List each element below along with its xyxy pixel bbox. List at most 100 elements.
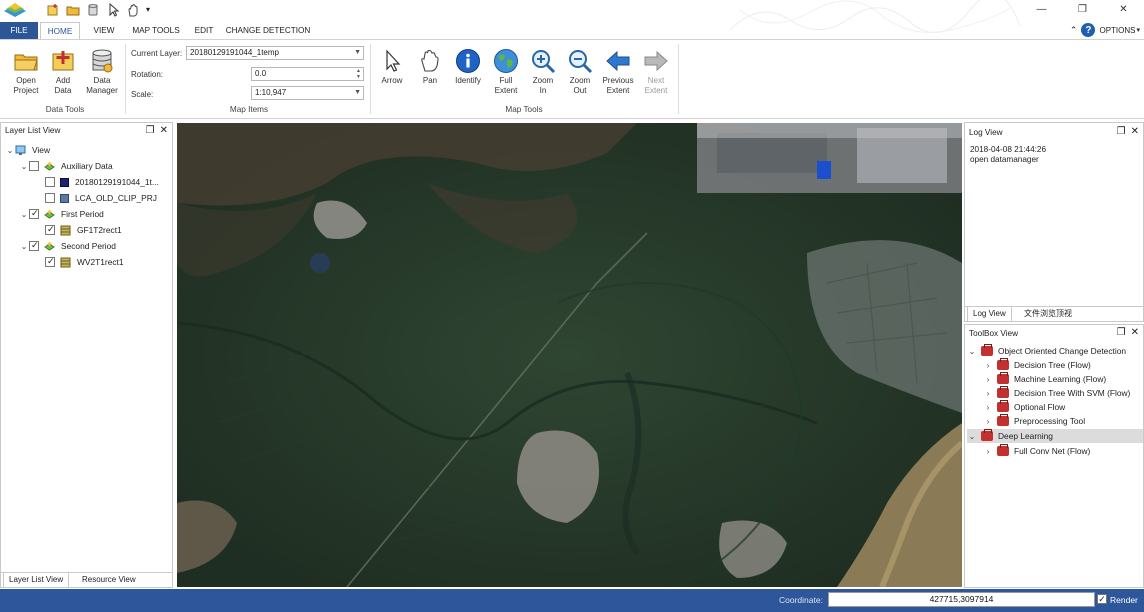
identify-tool-label: Identify — [455, 76, 481, 85]
float-panel-icon[interactable]: ❐ — [146, 125, 155, 136]
zoom-out-label-2: Out — [573, 86, 587, 95]
toolbox-item[interactable]: › Machine Learning (Flow) — [983, 372, 1106, 386]
cursor-icon[interactable] — [106, 2, 120, 17]
coordinate-field: 427715,3097914 — [828, 592, 1095, 607]
layer-checkbox[interactable] — [29, 208, 39, 219]
minimize-button[interactable]: — — [1021, 0, 1062, 18]
float-panel-icon[interactable]: ❐ — [1117, 327, 1126, 338]
expand-chevron-icon[interactable]: ⌄ — [5, 146, 15, 155]
expand-chevron-icon[interactable]: ⌄ — [967, 432, 977, 441]
expand-chevron-icon[interactable]: › — [983, 403, 993, 412]
render-checkbox[interactable]: ✓ — [1097, 594, 1107, 604]
options-menu[interactable]: OPTIONS — [1099, 26, 1135, 35]
zoom-in-label-1: Zoom — [532, 76, 554, 85]
save-icon[interactable] — [86, 3, 100, 17]
layer-group-icon — [44, 161, 55, 171]
expand-chevron-icon[interactable]: › — [983, 417, 993, 426]
scale-dropdown[interactable]: 1:10,947 ▼ — [251, 86, 364, 100]
new-project-icon[interactable] — [46, 3, 60, 17]
tab-log-view[interactable]: Log View — [967, 307, 1012, 322]
map-view[interactable] — [177, 123, 962, 587]
group-separator — [125, 44, 126, 114]
expand-chevron-icon[interactable]: › — [983, 389, 993, 398]
close-panel-icon[interactable]: ✕ — [160, 125, 168, 136]
toolbox-item[interactable]: › Full Conv Net (Flow) — [983, 444, 1090, 458]
tab-resource-view[interactable]: Resource View — [77, 573, 141, 588]
layer-item[interactable]: LCA_OLD_CLIP_PRJ — [45, 191, 157, 205]
tab-file-browser[interactable]: 文件浏览顶视 — [1019, 307, 1077, 322]
tab-layer-list-view[interactable]: Layer List View — [3, 573, 70, 588]
collapse-ribbon-icon[interactable]: ⌃ — [1070, 25, 1078, 36]
layer-checkbox[interactable] — [29, 240, 39, 251]
add-data-button[interactable]: Add Data — [43, 48, 83, 96]
data-manager-label-2: Manager — [86, 86, 118, 95]
full-extent-button[interactable]: Full Extent — [486, 48, 526, 96]
expand-chevron-icon[interactable]: › — [983, 375, 993, 384]
help-icon[interactable]: ? — [1081, 23, 1096, 37]
layer-item[interactable]: WV2T1rect1 — [45, 255, 124, 269]
expand-chevron-icon[interactable]: ⌄ — [967, 347, 977, 356]
tab-view[interactable]: VIEW — [86, 22, 122, 39]
close-panel-icon[interactable]: ✕ — [1131, 327, 1139, 338]
layer-tree-root[interactable]: ⌄ View — [5, 143, 50, 157]
layer-item[interactable]: GF1T2rect1 — [45, 223, 122, 237]
layer-checkbox[interactable] — [45, 256, 55, 267]
panel-controls: ❐ ✕ — [1117, 126, 1139, 137]
expand-chevron-icon[interactable]: ⌄ — [19, 242, 29, 251]
log-message: open datamanager — [970, 155, 1039, 164]
layer-checkbox[interactable] — [45, 224, 55, 235]
toolbox-item[interactable]: › Decision Tree (Flow) — [983, 358, 1091, 372]
tab-edit[interactable]: EDIT — [190, 22, 218, 39]
rotation-input[interactable]: 0.0 ▲ ▼ — [251, 67, 364, 81]
layer-item[interactable]: 20180129191044_1t... — [45, 175, 159, 189]
float-panel-icon[interactable]: ❐ — [1117, 126, 1126, 137]
layer-group-auxiliary[interactable]: ⌄ Auxiliary Data — [19, 159, 113, 173]
expand-chevron-icon[interactable]: › — [983, 361, 993, 370]
status-bar: Coordinate: 427715,3097914 ✓ Render — [0, 589, 1144, 612]
layer-checkbox[interactable] — [45, 177, 55, 187]
customize-qat-icon[interactable]: ▾ — [146, 3, 154, 17]
tab-change-detection[interactable]: CHANGE DETECTION — [224, 22, 312, 39]
current-layer-dropdown[interactable]: 20180129191044_1temp ▼ — [186, 46, 364, 60]
toolbox-item[interactable]: › Optional Flow — [983, 400, 1065, 414]
globe-icon — [494, 49, 518, 73]
tab-home[interactable]: HOME — [40, 22, 80, 40]
expand-chevron-icon[interactable]: ⌄ — [19, 210, 29, 219]
forward-arrow-icon — [644, 50, 668, 72]
previous-extent-button[interactable]: Previous Extent — [598, 48, 638, 96]
arrow-tool-button[interactable]: Arrow — [372, 48, 412, 86]
next-extent-button[interactable]: Next Extent — [636, 48, 676, 96]
restore-button[interactable]: ❐ — [1062, 0, 1103, 18]
toolbox-item[interactable]: › Preprocessing Tool — [983, 414, 1085, 428]
layer-group-first-period[interactable]: ⌄ First Period — [19, 207, 104, 221]
toolbox-item[interactable]: › Decision Tree With SVM (Flow) — [983, 386, 1130, 400]
close-panel-icon[interactable]: ✕ — [1131, 126, 1139, 137]
open-project-icon[interactable] — [66, 3, 80, 17]
close-window-button[interactable]: ✕ — [1103, 0, 1144, 18]
layer-checkbox[interactable] — [29, 161, 39, 171]
arrow-tool-label: Arrow — [381, 76, 403, 85]
pan-tool-button[interactable]: Pan — [410, 48, 450, 86]
tab-file[interactable]: FILE — [0, 22, 38, 39]
back-arrow-icon — [606, 50, 630, 72]
data-manager-button[interactable]: Data Manager — [82, 48, 122, 96]
layer-checkbox[interactable] — [45, 193, 55, 203]
expand-chevron-icon[interactable]: › — [983, 447, 993, 456]
hand-icon[interactable] — [126, 3, 140, 17]
expand-chevron-icon[interactable]: ⌄ — [19, 162, 29, 171]
layer-group-second-period[interactable]: ⌄ Second Period — [19, 239, 116, 253]
add-data-label-2: Data — [54, 86, 72, 95]
spinner-icon[interactable]: ▲ ▼ — [356, 68, 361, 80]
scale-value: 1:10,947 — [255, 88, 287, 97]
open-project-label-1: Open — [16, 76, 36, 85]
zoom-out-button[interactable]: Zoom Out — [560, 48, 600, 96]
group-separator — [678, 44, 679, 114]
pan-tool-label: Pan — [422, 76, 438, 85]
identify-tool-button[interactable]: Identify — [448, 48, 488, 86]
zoom-in-button[interactable]: Zoom In — [523, 48, 563, 96]
toolbox-group-deep-learning[interactable]: ⌄ Deep Learning — [967, 429, 1143, 443]
open-project-button[interactable]: Open Project — [6, 48, 46, 96]
toolbox-group-ocd[interactable]: ⌄ Object Oriented Change Detection — [967, 344, 1143, 358]
tab-map-tools[interactable]: MAP TOOLS — [126, 22, 186, 39]
full-extent-label-1: Full — [499, 76, 513, 85]
